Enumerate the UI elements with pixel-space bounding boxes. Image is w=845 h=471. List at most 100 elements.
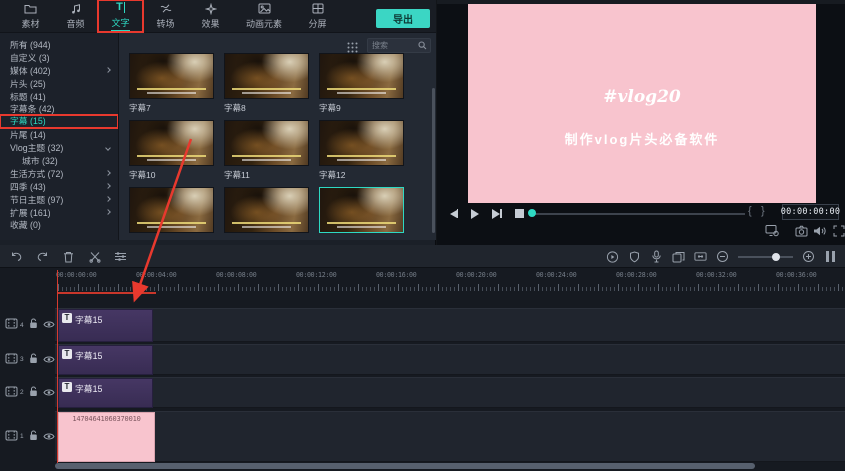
template-thumbnail-4[interactable]: 字幕11	[224, 120, 309, 180]
advanced-edit-icon[interactable]	[114, 250, 127, 263]
eye-icon[interactable]	[43, 316, 55, 334]
chevron-right-icon	[105, 67, 111, 74]
mark-out-icon[interactable]: }	[761, 205, 765, 217]
fullscreen-icon[interactable]	[833, 224, 845, 237]
thumbnail-caption-line	[327, 221, 396, 224]
tab-audio[interactable]: 音频	[53, 0, 98, 32]
lock-icon[interactable]	[29, 351, 38, 369]
previous-frame-button[interactable]	[448, 208, 460, 219]
text-badge-icon: T	[62, 312, 72, 323]
template-thumbnail-0[interactable]: 字幕7	[129, 53, 214, 113]
template-thumbnail-7[interactable]	[224, 187, 309, 235]
timeline-zoom-slider[interactable]	[738, 251, 793, 263]
sidebar-item-12[interactable]: 节日主题 (97)	[0, 193, 118, 206]
mixer-icon[interactable]	[672, 250, 685, 263]
stop-button[interactable]	[513, 208, 525, 219]
sidebar-item-11[interactable]: 四季 (43)	[0, 180, 118, 193]
preview-seek-bar[interactable]	[535, 213, 745, 215]
tab-transitions[interactable]: 转场	[143, 0, 188, 32]
clip-label: 字幕15	[75, 314, 103, 325]
template-thumbnail-1[interactable]: 字幕8	[224, 53, 309, 113]
redo-icon[interactable]	[36, 250, 49, 263]
text-clip[interactable]: T 字幕15	[58, 308, 153, 342]
timeline-ruler[interactable]: 00:00:00:00 00:00:04:00 00:00:08:00 00:00:1…	[55, 270, 845, 293]
split-scissors-icon[interactable]	[88, 250, 101, 263]
text-clip[interactable]: T 字幕15	[58, 377, 153, 408]
display-settings-icon[interactable]	[765, 224, 779, 237]
track-lane-2[interactable]: T 字幕15	[55, 377, 845, 408]
mark-in-icon[interactable]: {	[748, 205, 752, 217]
timeline-scrollbar[interactable]	[55, 463, 755, 469]
sidebar-item-13[interactable]: 扩展 (161)	[0, 206, 118, 219]
sidebar-item-8[interactable]: Vlog主题 (32)	[0, 141, 118, 154]
track-lane-3[interactable]: T 字幕15	[55, 344, 845, 375]
sidebar-item-label: 城市 (32)	[22, 155, 58, 166]
library-scrollbar[interactable]	[432, 88, 435, 233]
marker-shield-icon[interactable]	[628, 250, 641, 263]
sidebar-item-2[interactable]: 媒体 (402)	[0, 64, 118, 77]
zoom-slider-handle[interactable]	[772, 252, 780, 261]
eye-icon[interactable]	[43, 384, 55, 402]
tab-media[interactable]: 素材	[8, 0, 53, 32]
text-clip[interactable]: T 字幕15	[58, 344, 153, 375]
snapshot-camera-icon[interactable]	[795, 224, 809, 237]
thumbnail-caption-line2	[336, 92, 387, 94]
sidebar-item-0[interactable]: 所有 (944)	[0, 38, 118, 51]
play-button[interactable]	[469, 208, 481, 219]
zoom-in-icon[interactable]	[802, 250, 815, 263]
template-thumbnail-6[interactable]	[129, 187, 214, 235]
sidebar-item-3[interactable]: 片头 (25)	[0, 77, 118, 90]
lock-icon[interactable]	[29, 384, 38, 402]
sidebar-item-7[interactable]: 片尾 (14)	[0, 128, 118, 141]
render-preview-icon[interactable]	[606, 250, 619, 263]
track-options-icon[interactable]	[824, 250, 837, 263]
track-lane-1[interactable]: 14704641060370010	[55, 411, 845, 462]
volume-icon[interactable]	[813, 224, 827, 237]
zoom-out-icon[interactable]	[716, 250, 729, 263]
eye-icon[interactable]	[43, 428, 55, 446]
next-frame-button[interactable]	[491, 208, 503, 219]
ruler-timestamp: 00:00:28:00	[616, 271, 657, 279]
template-thumbnail-8[interactable]	[319, 187, 404, 235]
track-number: 2	[20, 389, 24, 396]
template-thumbnail-3[interactable]: 字幕10	[129, 120, 214, 180]
eye-icon[interactable]	[43, 351, 55, 369]
clip-label: 14704641060370010	[72, 414, 141, 423]
playhead[interactable]	[56, 270, 58, 463]
timeline-panel: 00:00:00:00 00:00:04:00 00:00:08:00 00:00:1…	[0, 245, 845, 471]
tab-label: 素材	[21, 19, 40, 29]
media-clip[interactable]: 14704641060370010	[58, 411, 155, 462]
template-thumbnail-5[interactable]: 字幕12	[319, 120, 404, 180]
template-thumbnail-2[interactable]: 字幕9	[319, 53, 404, 113]
sidebar-item-label: 标题 (41)	[10, 91, 46, 102]
preview-title-text: #vlog20	[603, 87, 681, 107]
sidebar-item-10[interactable]: 生活方式 (72)	[0, 167, 118, 180]
media-toolbar: 素材 音频 T 文字 转场 效果 动画元素 分屏 导出	[0, 0, 436, 33]
record-voiceover-icon[interactable]	[650, 250, 663, 263]
tab-text[interactable]: T 文字	[97, 0, 144, 33]
sidebar-item-14[interactable]: 收藏 (0)	[0, 218, 118, 231]
lock-icon[interactable]	[29, 316, 38, 334]
tab-split-screen[interactable]: 分屏	[295, 0, 340, 32]
sidebar-item-4[interactable]: 标题 (41)	[0, 90, 118, 103]
ruler-timestamp: 00:00:32:00	[696, 271, 737, 279]
tab-effects[interactable]: 效果	[188, 0, 233, 32]
thumbnail-caption-line	[137, 221, 206, 224]
export-button[interactable]: 导出	[376, 9, 430, 28]
sidebar-item-9[interactable]: 城市 (32)	[0, 154, 118, 167]
preview-seek-handle[interactable]	[528, 209, 536, 217]
search-icon	[418, 41, 427, 50]
undo-icon[interactable]	[10, 250, 23, 263]
tab-animation-elements[interactable]: 动画元素	[233, 0, 295, 32]
lock-icon[interactable]	[29, 428, 38, 446]
search-input[interactable]	[368, 41, 418, 50]
track-lane-4[interactable]: T 字幕15	[55, 308, 845, 342]
preview-canvas[interactable]: #vlog20 制作vlog片头必备软件	[468, 4, 816, 203]
delete-trash-icon[interactable]	[62, 250, 75, 263]
track-headers: 4 3 2 1	[0, 295, 55, 465]
filmora-window: 素材 音频 T 文字 转场 效果 动画元素 分屏 导出 所有 (944) 自定义…	[0, 0, 845, 471]
zoom-to-fit-icon[interactable]	[694, 250, 707, 263]
grid-view-icon[interactable]	[347, 40, 359, 53]
sidebar-item-6[interactable]: 字幕 (15)	[0, 114, 118, 130]
sidebar-item-1[interactable]: 自定义 (3)	[0, 51, 118, 64]
